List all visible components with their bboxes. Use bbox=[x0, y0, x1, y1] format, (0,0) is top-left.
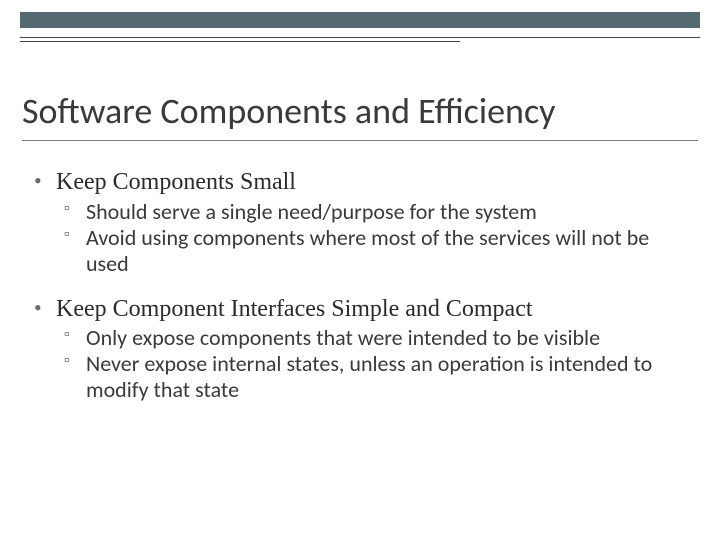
bullet-level1: Keep Components Small bbox=[34, 168, 690, 197]
rule-line-1 bbox=[20, 37, 700, 38]
bullet-text: Keep Components Small bbox=[56, 169, 296, 195]
bullet-text: Keep Component Interfaces Simple and Com… bbox=[56, 296, 533, 322]
slide-body: Keep Components Small Should serve a sin… bbox=[34, 160, 690, 403]
title-underline bbox=[22, 140, 698, 141]
bullet-level2: Only expose components that were intende… bbox=[34, 325, 690, 351]
bullet-level2: Avoid using components where most of the… bbox=[34, 225, 690, 277]
rule-line-2 bbox=[20, 41, 460, 42]
top-stripe bbox=[20, 12, 700, 28]
bullet-level2: Should serve a single need/purpose for t… bbox=[34, 199, 690, 225]
bullet-level1: Keep Component Interfaces Simple and Com… bbox=[34, 295, 690, 324]
bullet-text: Should serve a single need/purpose for t… bbox=[86, 198, 537, 225]
slide: Software Components and Efficiency Keep … bbox=[0, 0, 720, 540]
bullet-text: Only expose components that were intende… bbox=[86, 324, 600, 351]
bullet-text: Avoid using components where most of the… bbox=[86, 224, 649, 277]
slide-title: Software Components and Efficiency bbox=[22, 92, 698, 132]
bullet-text: Never expose internal states, unless an … bbox=[86, 350, 652, 403]
bullet-level2: Never expose internal states, unless an … bbox=[34, 351, 690, 403]
